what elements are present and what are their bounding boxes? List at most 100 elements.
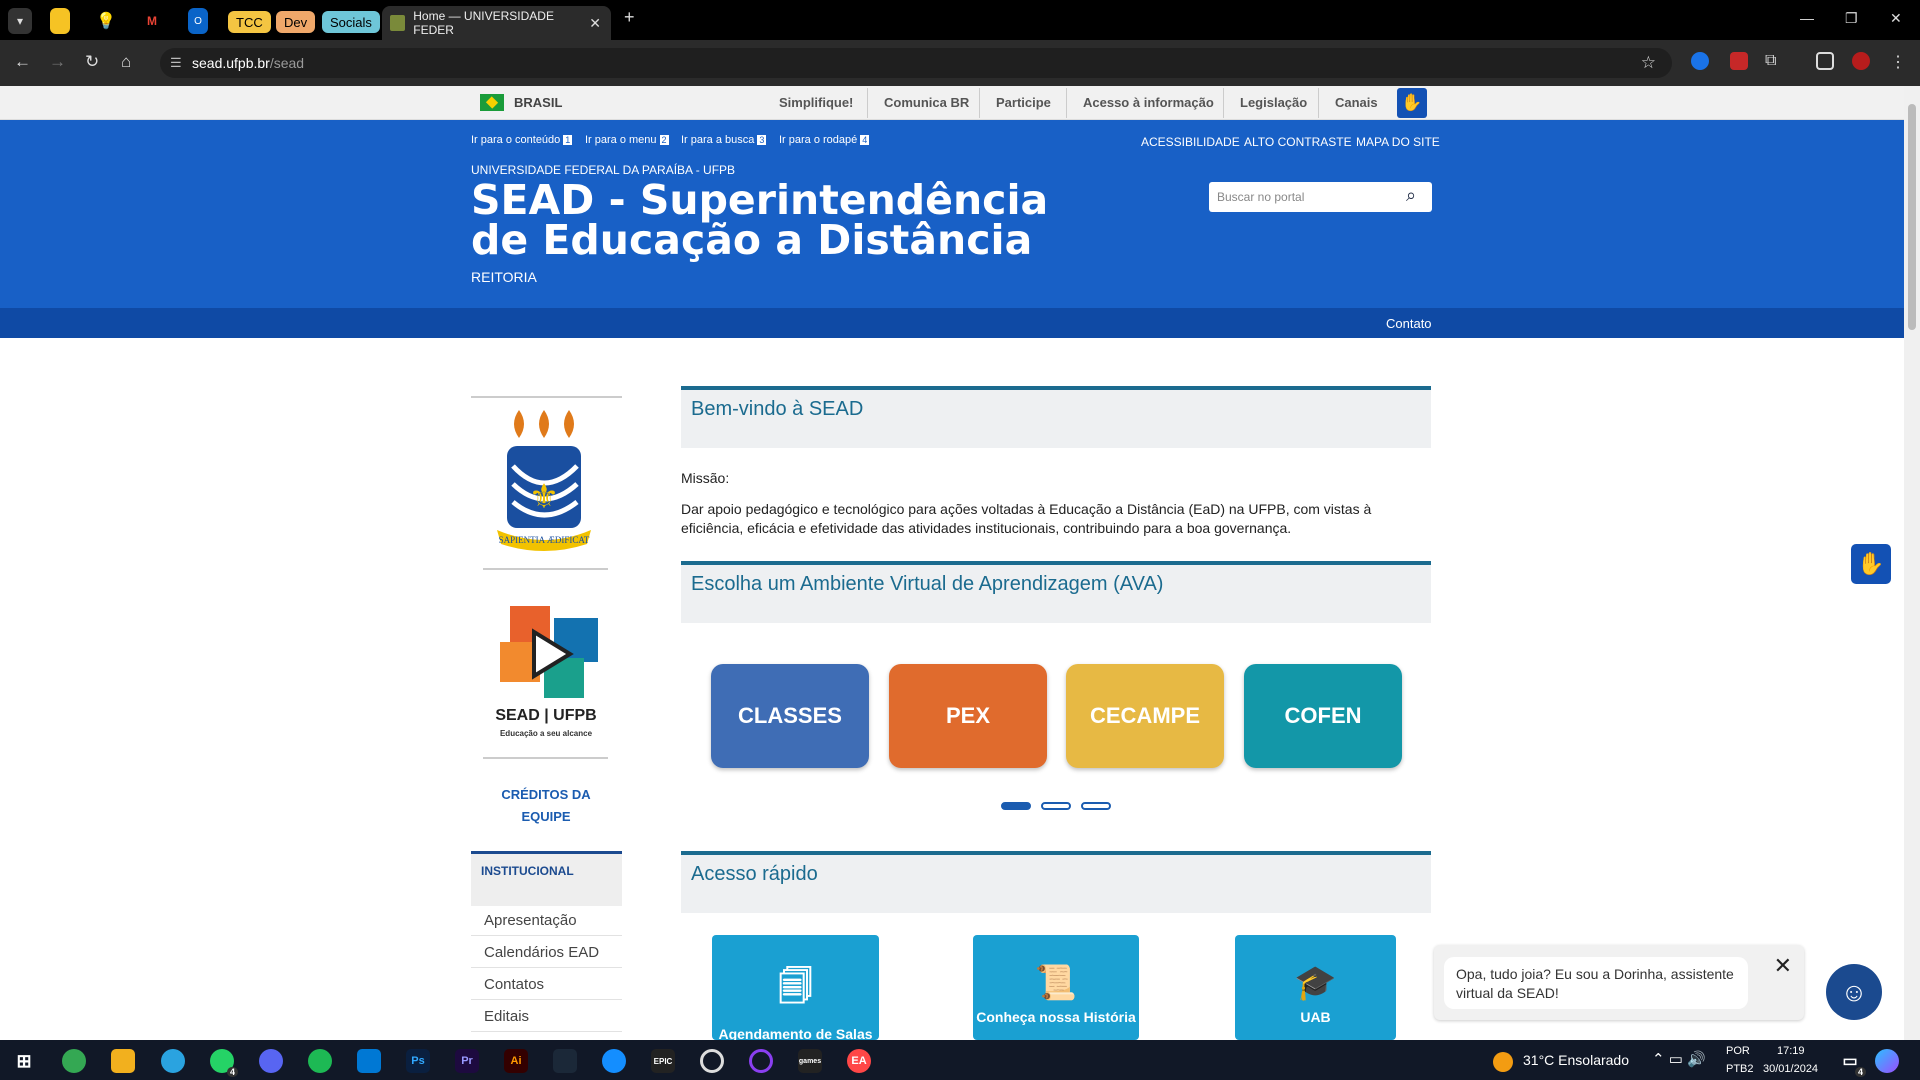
- whatsapp-badge: 4: [226, 1067, 238, 1077]
- search-input[interactable]: Buscar no portal: [1209, 182, 1432, 212]
- acessibilidade-link[interactable]: ACESSIBILIDADE: [1141, 135, 1240, 149]
- pinned-tab-bulb-icon[interactable]: 💡: [96, 8, 116, 34]
- sead-ufpb-play-logo[interactable]: SEAD | UFPB Educação a seu alcance: [486, 602, 606, 746]
- gov-link-acesso[interactable]: Acesso à informação: [1083, 95, 1214, 110]
- carousel-dot-2[interactable]: [1041, 802, 1071, 810]
- weather-sun-icon: [1493, 1052, 1513, 1072]
- close-window-icon[interactable]: ✕: [1890, 10, 1902, 27]
- epic-games-icon[interactable]: EPIC: [651, 1049, 675, 1073]
- chrome-menu-icon[interactable]: ⋮: [1890, 52, 1908, 71]
- new-tab-icon[interactable]: +: [624, 7, 635, 28]
- carousel-dot-3[interactable]: [1081, 802, 1111, 810]
- sidebar-section-institucional[interactable]: INSTITUCIONAL: [471, 851, 622, 906]
- restore-icon[interactable]: ❐: [1845, 10, 1858, 27]
- reload-icon[interactable]: ↻: [85, 52, 99, 72]
- active-tab[interactable]: Home — UNIVERSIDADE FEDER ✕: [382, 6, 611, 40]
- tab-group-dev[interactable]: Dev: [276, 11, 316, 33]
- back-icon[interactable]: ←: [14, 52, 31, 72]
- sidebar-item-apresentacao[interactable]: Apresentação: [471, 904, 622, 936]
- chat-assistant-avatar[interactable]: ☺: [1826, 964, 1882, 1020]
- photoshop-icon[interactable]: Ps: [406, 1049, 430, 1073]
- ubisoft-icon[interactable]: [700, 1049, 724, 1073]
- profile-avatar[interactable]: [1852, 52, 1870, 70]
- telegram-icon[interactable]: [161, 1049, 185, 1073]
- steam-icon[interactable]: [553, 1049, 577, 1073]
- sidebar-item-editais[interactable]: Editais: [471, 1000, 622, 1032]
- skip-link-content[interactable]: Ir para o conteúdo 1: [471, 134, 573, 146]
- spotify-icon[interactable]: [308, 1049, 332, 1073]
- skip-link-menu[interactable]: Ir para o menu 2: [585, 134, 669, 146]
- whatsapp-icon[interactable]: 4: [210, 1049, 238, 1077]
- scrollbar-thumb[interactable]: [1908, 104, 1916, 330]
- input-layout[interactable]: PTB2: [1726, 1063, 1754, 1075]
- copilot-icon[interactable]: [1875, 1049, 1899, 1073]
- skip-link-footer[interactable]: Ir para o rodapé 4: [779, 134, 870, 146]
- ava-card-pex[interactable]: PEX: [889, 664, 1047, 768]
- sidebar-item-calendarios[interactable]: Calendários EAD: [471, 936, 622, 968]
- gov-link-comunica[interactable]: Comunica BR: [884, 95, 969, 110]
- contato-link[interactable]: Contato: [1386, 316, 1432, 331]
- chat-close-icon[interactable]: ✕: [1774, 953, 1792, 979]
- weather-text[interactable]: 31°C Ensolarado: [1523, 1052, 1629, 1068]
- clock-time[interactable]: 17:19: [1777, 1045, 1805, 1057]
- brasil-link[interactable]: BRASIL: [480, 94, 562, 111]
- pinned-tab-gmail-icon[interactable]: M: [142, 8, 162, 34]
- gov-link-canais[interactable]: Canais: [1335, 95, 1378, 110]
- welcome-title: Bem-vindo à SEAD: [691, 398, 864, 420]
- battlenet-icon[interactable]: [602, 1049, 626, 1073]
- ava-card-cecampe[interactable]: CECAMPE: [1066, 664, 1224, 768]
- carousel-dot-1[interactable]: [1001, 802, 1031, 810]
- tab-group-socials[interactable]: Socials: [322, 11, 380, 33]
- gov-link-participe[interactable]: Participe: [996, 95, 1051, 110]
- discord-icon[interactable]: [259, 1049, 283, 1073]
- notification-icon[interactable]: ▭ 4: [1838, 1049, 1866, 1077]
- pinned-tab-keep-icon[interactable]: [50, 8, 70, 34]
- vlibras-hand-icon[interactable]: ✋: [1397, 88, 1427, 118]
- premiere-icon[interactable]: Pr: [455, 1049, 479, 1073]
- forward-icon[interactable]: →: [49, 52, 66, 72]
- tab-close-icon[interactable]: ✕: [589, 15, 601, 32]
- ava-card-classes[interactable]: CLASSES: [711, 664, 869, 768]
- bookmark-star-icon[interactable]: ☆: [1641, 53, 1656, 73]
- alto-contraste-link[interactable]: ALTO CONTRASTE: [1244, 135, 1352, 149]
- quick-historia-card[interactable]: 📜 Conheça nossa História: [973, 935, 1139, 1040]
- windows-start-icon[interactable]: ⊞: [12, 1049, 36, 1073]
- home-icon[interactable]: ⌂: [121, 52, 131, 72]
- vscode-icon[interactable]: [357, 1049, 381, 1073]
- gov-link-legislacao[interactable]: Legislação: [1240, 95, 1307, 110]
- extension-red-icon[interactable]: [1730, 52, 1748, 70]
- creditos-equipe-link[interactable]: CRÉDITOS DA EQUIPE: [493, 784, 599, 828]
- chrome-taskbar-icon[interactable]: [62, 1049, 86, 1073]
- pinned-tab-outlook-icon[interactable]: O: [188, 8, 208, 34]
- ava-card-cofen[interactable]: COFEN: [1244, 664, 1402, 768]
- crest-motto: SAPIENTIA ÆDIFICAT: [499, 535, 590, 545]
- app-circle-icon[interactable]: [749, 1049, 773, 1073]
- mapa-do-site-link[interactable]: MAPA DO SITE: [1356, 135, 1440, 149]
- gov-link-simplifique[interactable]: Simplifique!: [779, 95, 853, 110]
- tab-group-tcc[interactable]: TCC: [228, 11, 271, 33]
- quick-uab-card[interactable]: 🎓 UAB: [1235, 935, 1396, 1040]
- amazon-games-icon[interactable]: games: [798, 1049, 822, 1073]
- quick-agendamento-card[interactable]: 🗐 Agendamento de Salas: [712, 935, 879, 1042]
- side-panel-icon[interactable]: [1816, 52, 1834, 70]
- vlibras-widget-icon[interactable]: ✋: [1851, 544, 1891, 584]
- input-language[interactable]: POR: [1726, 1045, 1750, 1057]
- illustrator-icon[interactable]: Ai: [504, 1049, 528, 1073]
- search-icon[interactable]: ⌕: [1406, 185, 1416, 206]
- extension-blue-icon[interactable]: [1691, 52, 1709, 70]
- ea-app-icon[interactable]: EA: [847, 1049, 871, 1073]
- windows-taskbar: [0, 1040, 1920, 1080]
- chat-message[interactable]: Opa, tudo joia? Eu sou a Dorinha, assist…: [1444, 957, 1748, 1009]
- site-info-icon[interactable]: ☰: [170, 55, 182, 71]
- address-bar[interactable]: ☰ sead.ufpb.br/sead ☆: [160, 48, 1672, 78]
- tab-search-button[interactable]: ▾: [8, 8, 32, 34]
- minimize-icon[interactable]: —: [1800, 10, 1814, 26]
- tray-icons[interactable]: ⌃ ▭ 🔊: [1652, 1050, 1706, 1068]
- extensions-puzzle-icon[interactable]: ⧉: [1765, 52, 1783, 70]
- file-explorer-icon[interactable]: [111, 1049, 135, 1073]
- skip-link-search[interactable]: Ir para a busca 3: [681, 134, 767, 146]
- page-title[interactable]: SEAD - Superintendência de Educação a Di…: [471, 180, 1091, 261]
- url-path: /sead: [269, 55, 305, 71]
- clock-date[interactable]: 30/01/2024: [1763, 1063, 1818, 1075]
- sidebar-item-contatos[interactable]: Contatos: [471, 968, 622, 1000]
